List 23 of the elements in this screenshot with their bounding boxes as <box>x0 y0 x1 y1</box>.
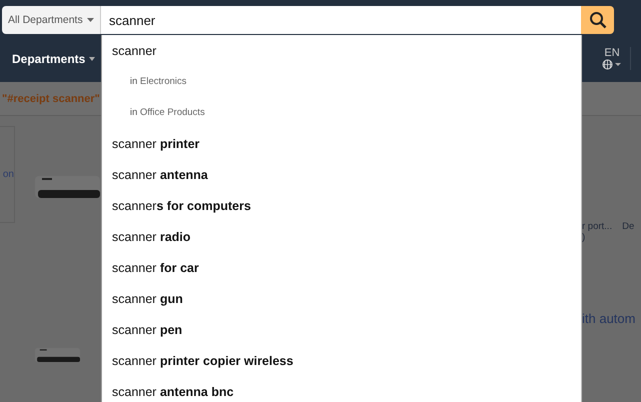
suggestion-item[interactable]: scanner for car <box>102 252 581 283</box>
suggestion-item[interactable]: scanner antenna bnc <box>102 376 581 402</box>
caret-icon <box>89 56 96 60</box>
suggestion-item[interactable]: scanners for computers <box>102 190 581 221</box>
departments-menu[interactable]: Departments <box>12 52 96 66</box>
suggestion-item[interactable]: scanner gun <box>102 283 581 314</box>
search-button[interactable] <box>581 6 614 34</box>
department-dropdown[interactable]: All Departments <box>2 6 101 34</box>
search-field[interactable]: scanner <box>101 6 581 34</box>
language-selector[interactable]: EN <box>602 47 631 70</box>
suggestion-item[interactable]: scanner printer copier wireless <box>102 345 581 376</box>
suggestion-item[interactable]: scanner pen <box>102 314 581 345</box>
search-query-text: "#receipt scanner" <box>2 92 100 104</box>
caret-icon <box>86 18 94 22</box>
suggestion-item[interactable]: scanner antenna <box>102 159 581 190</box>
category-suggestion[interactable]: in Electronics <box>102 66 581 97</box>
rating-count: ) <box>582 232 586 243</box>
globe-icon <box>602 59 622 70</box>
search-icon <box>588 11 606 29</box>
suggestion-item[interactable]: scanner radio <box>102 221 581 252</box>
suggestion-item[interactable]: scanner printer <box>102 128 581 159</box>
category-suggestion[interactable]: in Office Products <box>102 97 581 128</box>
suggestion-item[interactable]: scanner <box>102 35 581 66</box>
